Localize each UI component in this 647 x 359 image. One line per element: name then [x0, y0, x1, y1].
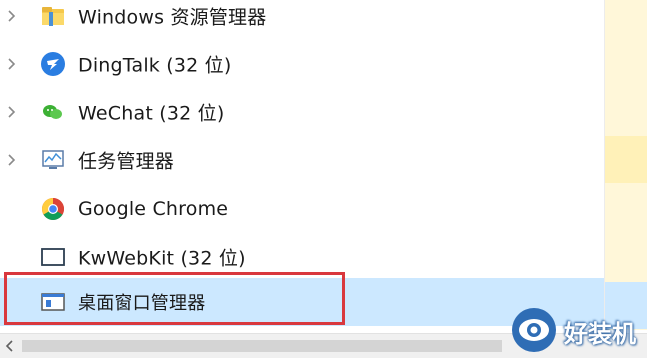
process-row-dingtalk[interactable]: DingTalk (32 位) [0, 40, 604, 88]
expand-chevron-icon[interactable] [6, 7, 18, 25]
cpu-usage-band [605, 136, 647, 183]
process-name: 桌面窗口管理器 [78, 293, 206, 314]
process-name: WeChat (32 位) [78, 102, 225, 125]
process-name: KwWebKit (32 位) [78, 247, 246, 270]
wechat-icon [40, 99, 66, 125]
window-icon [40, 244, 66, 270]
dingtalk-icon [40, 51, 66, 77]
task-manager-icon [40, 147, 66, 173]
process-name: Windows 资源管理器 [78, 6, 267, 29]
process-row-desktop-window-manager[interactable]: 桌面窗口管理器 [0, 278, 604, 326]
expand-chevron-icon[interactable] [6, 151, 18, 169]
process-row-google-chrome[interactable]: Google Chrome [0, 185, 604, 233]
scrollbar-thumb[interactable] [22, 340, 502, 352]
folder-icon [40, 3, 66, 29]
desktop-window-manager-icon [40, 289, 66, 315]
scroll-left-arrow-icon[interactable] [2, 337, 18, 355]
cpu-column [604, 0, 647, 330]
expand-chevron-icon[interactable] [6, 103, 18, 121]
chrome-icon [40, 196, 66, 222]
expand-chevron-icon[interactable] [6, 55, 18, 73]
selected-row-band [605, 282, 647, 329]
process-name: DingTalk (32 位) [78, 54, 232, 77]
horizontal-scrollbar[interactable] [0, 333, 647, 358]
process-row-task-manager[interactable]: 任务管理器 [0, 136, 604, 184]
process-row-kwwebkit[interactable]: KwWebKit (32 位) [0, 233, 604, 281]
process-row-windows-explorer[interactable]: Windows 资源管理器 [0, 0, 604, 40]
process-name: Google Chrome [78, 198, 229, 220]
process-row-wechat[interactable]: WeChat (32 位) [0, 88, 604, 136]
process-name: 任务管理器 [78, 150, 175, 173]
process-list: Windows 资源管理器 DingTalk (32 位) WeChat (32… [0, 0, 604, 330]
